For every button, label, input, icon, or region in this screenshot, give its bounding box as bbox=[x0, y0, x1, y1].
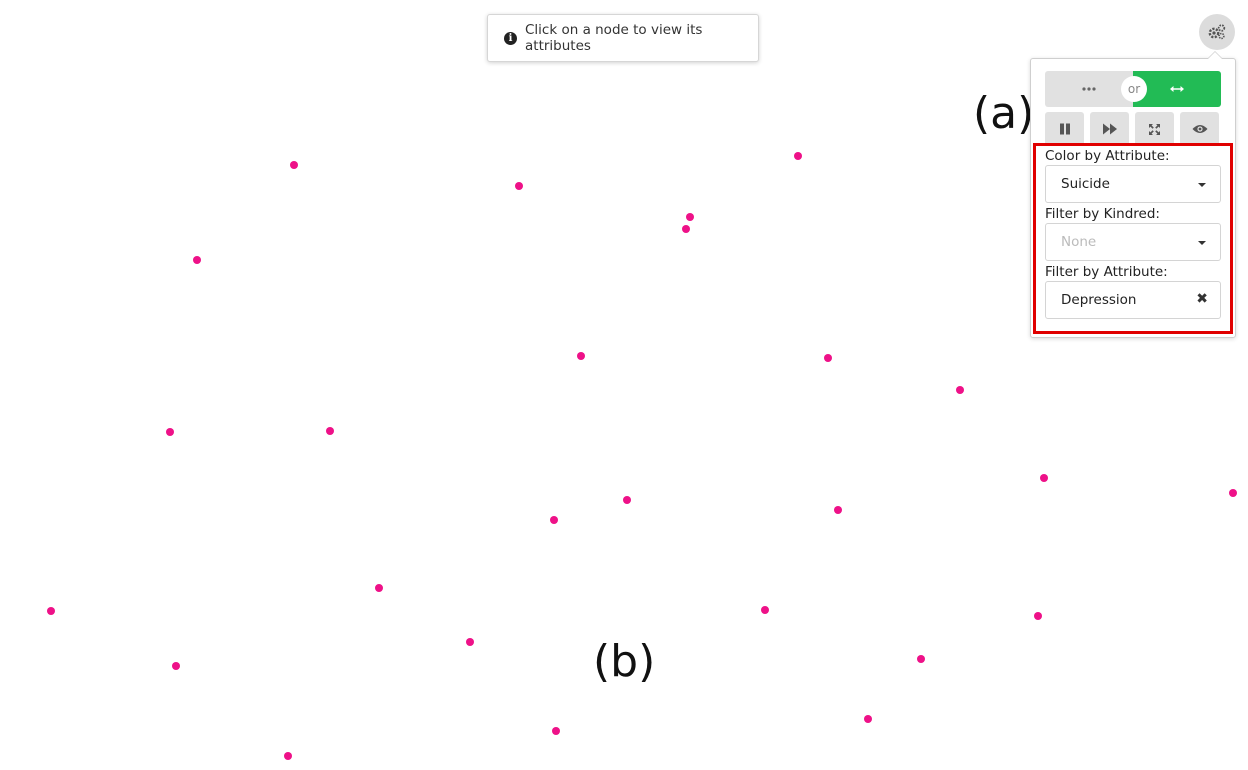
color-by-attribute-value: Suicide bbox=[1061, 176, 1110, 192]
graph-node[interactable] bbox=[515, 182, 523, 190]
graph-node[interactable] bbox=[172, 662, 180, 670]
info-circle-icon: i bbox=[504, 31, 517, 45]
or-badge: or bbox=[1121, 76, 1147, 102]
graph-node[interactable] bbox=[956, 386, 964, 394]
eye-icon bbox=[1192, 125, 1207, 133]
graph-node[interactable] bbox=[166, 428, 174, 436]
graph-node[interactable] bbox=[623, 496, 631, 504]
filter-by-attribute-select[interactable]: Depression ✖ bbox=[1045, 281, 1221, 319]
graph-node[interactable] bbox=[794, 152, 802, 160]
graph-node[interactable] bbox=[284, 752, 292, 760]
graph-node[interactable] bbox=[864, 715, 872, 723]
expand-icon bbox=[1149, 123, 1160, 135]
graph-node[interactable] bbox=[917, 655, 925, 663]
graph-node[interactable] bbox=[552, 727, 560, 735]
expand-button[interactable] bbox=[1135, 112, 1174, 146]
graph-node[interactable] bbox=[550, 516, 558, 524]
color-by-attribute-label: Color by Attribute: bbox=[1045, 148, 1170, 164]
graph-canvas[interactable]: i Click on a node to view its attributes… bbox=[0, 0, 1248, 770]
graph-node[interactable] bbox=[682, 225, 690, 233]
clear-icon[interactable]: ✖ bbox=[1196, 291, 1208, 307]
settings-toggle-button[interactable] bbox=[1199, 14, 1235, 50]
simulation-toolbar bbox=[1045, 112, 1219, 146]
hint-text: Click on a node to view its attributes bbox=[525, 22, 703, 54]
filter-by-attribute-label: Filter by Attribute: bbox=[1045, 264, 1168, 280]
graph-node[interactable] bbox=[824, 354, 832, 362]
color-by-attribute-select[interactable]: Suicide bbox=[1045, 165, 1221, 203]
graph-node[interactable] bbox=[1229, 489, 1237, 497]
filter-by-kindred-label: Filter by Kindred: bbox=[1045, 206, 1160, 222]
filter-by-kindred-placeholder: None bbox=[1061, 234, 1097, 250]
arrows-horizontal-icon bbox=[1170, 86, 1184, 92]
chevron-down-icon bbox=[1198, 183, 1206, 187]
node-hint-tooltip: i Click on a node to view its attributes bbox=[487, 14, 759, 62]
graph-node[interactable] bbox=[834, 506, 842, 514]
view-button[interactable] bbox=[1180, 112, 1219, 146]
chevron-down-icon bbox=[1198, 241, 1206, 245]
graph-node[interactable] bbox=[193, 256, 201, 264]
graph-node[interactable] bbox=[326, 427, 334, 435]
layout-option-ellipsis[interactable] bbox=[1045, 71, 1133, 107]
pause-icon bbox=[1059, 123, 1070, 135]
graph-node[interactable] bbox=[47, 607, 55, 615]
graph-node[interactable] bbox=[290, 161, 298, 169]
graph-node[interactable] bbox=[1040, 474, 1048, 482]
graph-node[interactable] bbox=[466, 638, 474, 646]
graph-node[interactable] bbox=[686, 213, 694, 221]
layout-toggle: or bbox=[1045, 71, 1221, 107]
filter-by-kindred-select[interactable]: None bbox=[1045, 223, 1221, 261]
fast-forward-button[interactable] bbox=[1090, 112, 1129, 146]
fast-forward-icon bbox=[1102, 123, 1117, 135]
ellipsis-icon bbox=[1082, 87, 1096, 91]
graph-node[interactable] bbox=[375, 584, 383, 592]
annotation-b: (b) bbox=[593, 636, 656, 687]
annotation-a: (a) bbox=[973, 88, 1035, 139]
graph-node[interactable] bbox=[1034, 612, 1042, 620]
pause-button[interactable] bbox=[1045, 112, 1084, 146]
graph-node[interactable] bbox=[577, 352, 585, 360]
filter-by-attribute-value: Depression bbox=[1061, 292, 1137, 308]
graph-node[interactable] bbox=[761, 606, 769, 614]
gears-icon bbox=[1208, 24, 1226, 40]
